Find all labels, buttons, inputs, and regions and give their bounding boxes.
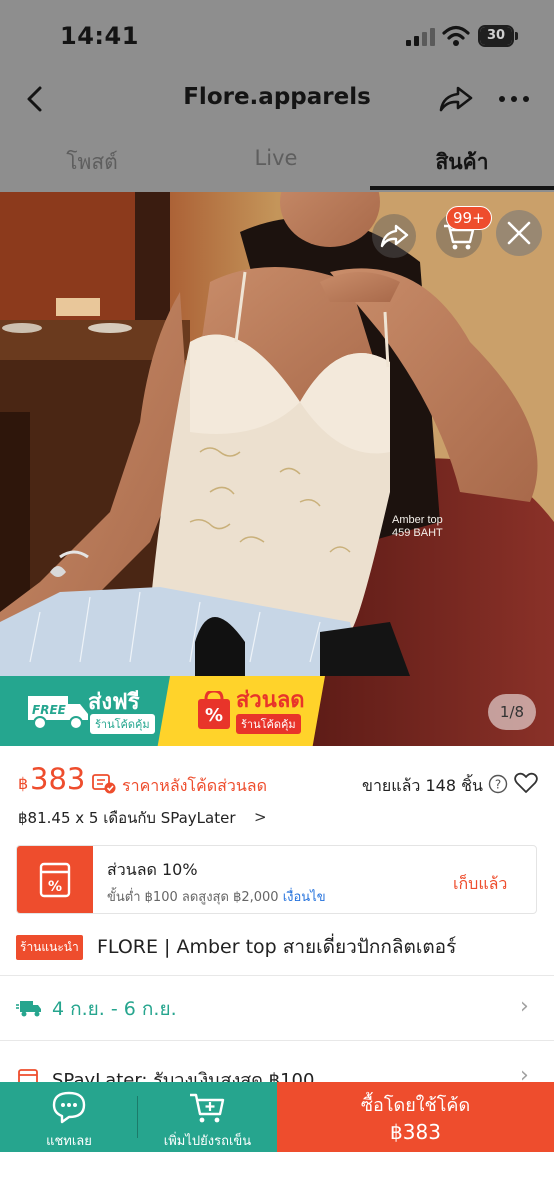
voucher-condition: ขั้นต่ำ ฿100 ลดสูงสุด ฿2,000	[107, 890, 279, 905]
buy-with-code-button[interactable]: ซื้อโดยใช้โค้ด ฿383	[277, 1082, 554, 1152]
chevron-right-icon: ›	[520, 1063, 529, 1083]
svg-text:?: ?	[495, 778, 501, 792]
add-to-cart-button[interactable]: เพิ่มไปยังรถเข็น	[138, 1082, 277, 1152]
image-share-icon[interactable]	[372, 214, 416, 258]
free-shipping-subtitle: ร้านโค้ดคุ้ม	[90, 714, 155, 734]
spaylater-row[interactable]: SPayLater: รับวงเงินสูงสุด ฿100 ›	[0, 1041, 554, 1083]
buy-with-code-label: ซื้อโดยใช้โค้ด	[360, 1095, 471, 1116]
close-icon	[507, 221, 531, 245]
nav-bar: Flore.apparels	[0, 72, 554, 128]
shop-voucher-card: % ส่วนลด 10% ขั้นต่ำ ฿100 ลดสูงสุด ฿2,00…	[16, 845, 537, 914]
svg-text:%: %	[48, 879, 62, 895]
add-to-cart-label: เพิ่มไปยังรถเข็น	[163, 1134, 252, 1149]
shop-tabs: โพสต์ Live สินค้า	[0, 136, 554, 192]
battery-level: 30	[480, 27, 512, 45]
bottom-action-bar: แชทเลย เพิ่มไปยังรถเข็น ซื้อโดยใช้โค้ด ฿…	[0, 1082, 554, 1152]
voucher-title: ส่วนลด 10%	[107, 860, 198, 879]
paylater-chevron[interactable]: >	[254, 808, 267, 826]
price-value: 383	[30, 762, 86, 796]
buy-price: ฿383	[390, 1120, 441, 1144]
status-time: 14:41	[60, 22, 139, 50]
help-icon[interactable]: ?	[488, 774, 508, 794]
add-to-cart-icon	[190, 1093, 225, 1123]
status-bar: 14:41 30	[0, 0, 554, 72]
cellular-signal-icon	[406, 28, 435, 46]
product-title: FLORE | Amber top สายเดี่ยวปักกลิตเตอร์	[97, 936, 457, 958]
discount-title: ส่วนลด	[236, 688, 305, 713]
chevron-right-icon: ›	[520, 994, 529, 1019]
tab-posts[interactable]: โพสต์	[22, 146, 162, 179]
shipping-row[interactable]: 4 ก.ย. - 6 ก.ย. ›	[0, 976, 554, 1040]
delivery-date-range: 4 ก.ย. - 6 ก.ย.	[52, 998, 177, 1020]
home-indicator-area	[0, 1152, 554, 1199]
voucher-condition-line: ขั้นต่ำ ฿100 ลดสูงสุด ฿2,000 เงื่อนไข	[107, 886, 326, 907]
image-page-counter: 1/8	[488, 694, 536, 730]
price-row: ฿ 383 ราคาหลังโค้ดส่วนลด ขายแล้ว 148 ชิ้…	[0, 758, 554, 806]
cart-count-badge: 99+	[446, 206, 492, 230]
tab-live[interactable]: Live	[206, 146, 346, 170]
voucher-left-panel: %	[17, 846, 93, 913]
product-photo	[0, 192, 554, 746]
chat-button-label: แชทเลย	[46, 1134, 92, 1149]
voucher-terms-link[interactable]: เงื่อนไข	[283, 890, 326, 905]
image-caption: Amber top 459 BAHT	[392, 514, 443, 540]
shop-discount-icon: %	[39, 862, 71, 898]
product-page: 14:41 30 Flore.apparels โพสต์ Live สินค้…	[0, 0, 554, 1199]
price-currency: ฿	[18, 774, 29, 793]
recommended-shop-tag: ร้านแนะนำ	[16, 935, 83, 960]
favorite-heart-icon[interactable]	[514, 772, 538, 794]
chat-button[interactable]: แชทเลย	[0, 1082, 138, 1152]
image-caption-name: Amber top	[392, 514, 443, 526]
wifi-icon	[442, 25, 470, 46]
spaylater-offer: SPayLater: รับวงเงินสูงสุด ฿100	[52, 1070, 315, 1083]
price-note: ราคาหลังโค้ดส่วนลด	[122, 776, 267, 795]
active-tab-indicator	[370, 186, 554, 190]
spaylater-icon	[18, 1069, 38, 1083]
tab-products[interactable]: สินค้า	[392, 146, 532, 179]
free-shipping-truck-icon: FREE	[28, 696, 88, 730]
svg-text:%: %	[205, 705, 223, 726]
paylater-installment[interactable]: ฿81.45 x 5 เดือนกับ SPayLater	[18, 806, 236, 830]
battery-icon: 30	[478, 25, 518, 47]
free-icon-text: FREE	[32, 703, 67, 717]
image-caption-price: 459 BAHT	[392, 527, 443, 539]
discount-subtitle: ร้านโค้ดคุ้ม	[236, 714, 301, 734]
more-options-icon[interactable]	[496, 82, 532, 116]
product-title-row: ร้านแนะนำ FLORE | Amber top สายเดี่ยวปัก…	[16, 932, 546, 962]
discount-bag-icon: %	[198, 691, 230, 729]
chat-bubble-icon	[52, 1091, 86, 1124]
delivery-truck-icon	[16, 1001, 41, 1017]
close-button[interactable]	[496, 210, 542, 256]
sold-count: ขายแล้ว 148 ชิ้น	[362, 776, 483, 795]
voucher-check-icon	[92, 774, 116, 794]
voucher-claimed-button[interactable]: เก็บแล้ว	[453, 872, 507, 897]
share-icon[interactable]	[438, 82, 474, 116]
product-image-gallery[interactable]: Amber top 459 BAHT 99+ 1/8 FREE ส่งฟรี ร…	[0, 192, 554, 746]
